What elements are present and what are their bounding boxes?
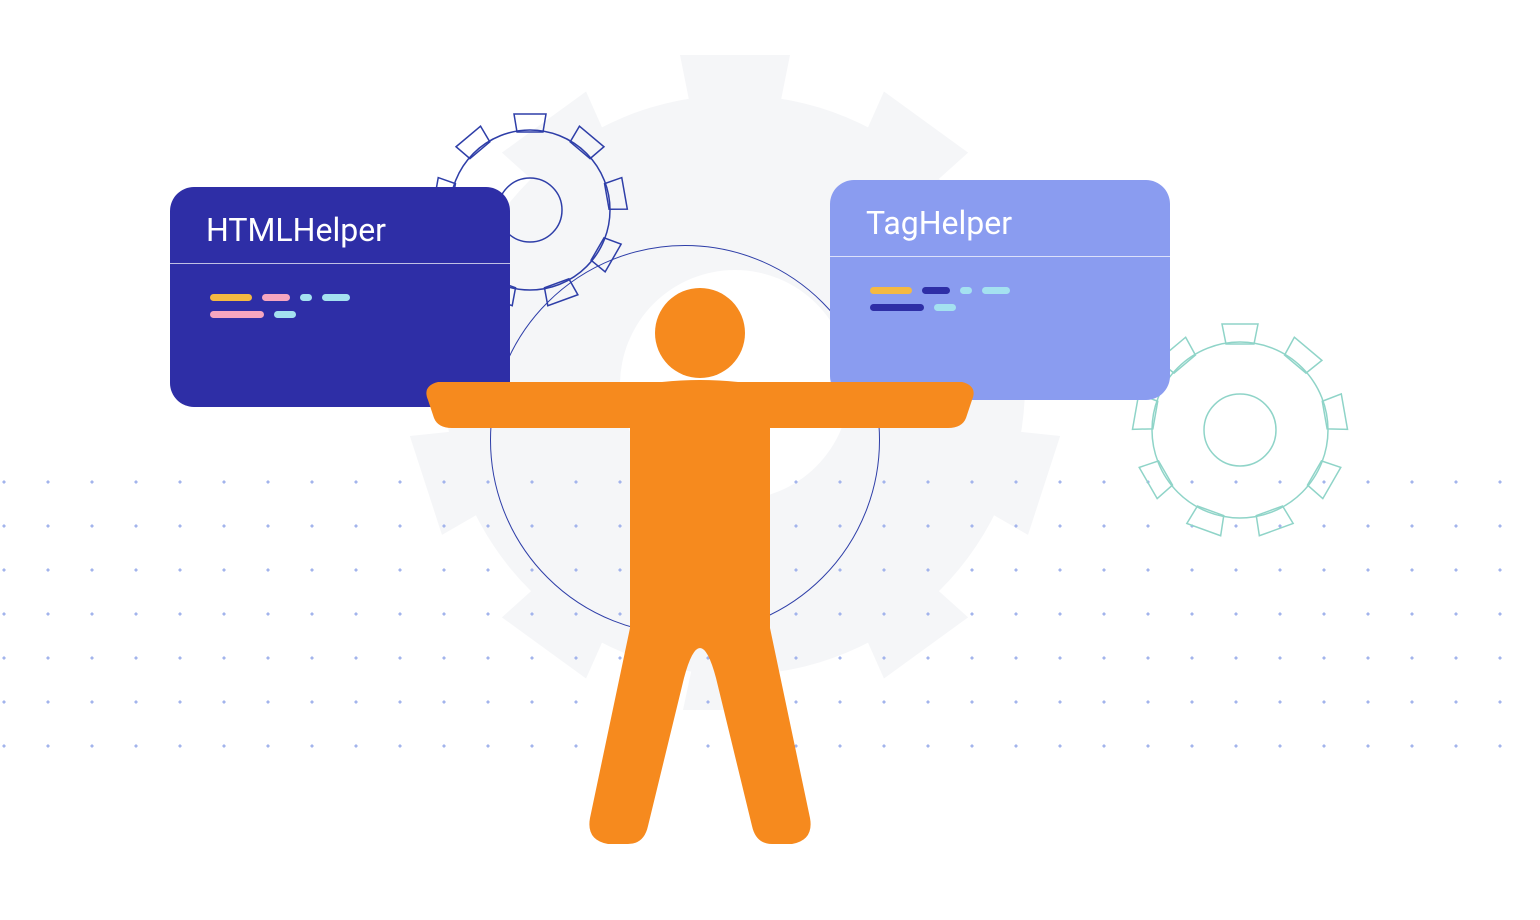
accessibility-human-icon [400,278,1000,878]
card-title: TagHelper [830,180,1170,256]
card-title: HTMLHelper [170,187,510,263]
